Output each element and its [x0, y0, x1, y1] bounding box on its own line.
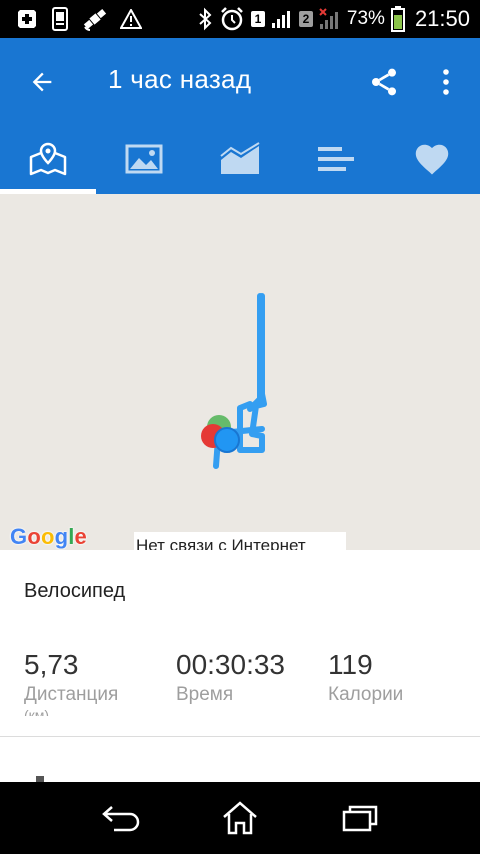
image-icon [125, 144, 163, 174]
nav-recents-icon [342, 805, 378, 832]
offline-notice: Нет связи с Интернет [134, 532, 346, 550]
nav-home-button[interactable] [216, 796, 264, 840]
signal-icon [271, 9, 293, 29]
more-options-button[interactable] [428, 62, 464, 102]
phone-screen-icon [50, 7, 70, 31]
nav-home-icon [223, 801, 257, 835]
divider [0, 736, 480, 737]
tab-photos[interactable] [96, 124, 192, 194]
current-position-marker [214, 427, 240, 453]
activity-type: Велосипед [24, 580, 126, 602]
distance-unit: (км) [24, 708, 50, 716]
map-icon [29, 142, 67, 176]
warning-icon [120, 9, 142, 29]
heart-icon [415, 144, 449, 175]
sim1-badge: 1 [250, 11, 265, 27]
time-label: Время [176, 684, 234, 705]
bluetooth-icon [197, 7, 213, 31]
stat-time: 00:30:33 Время [176, 648, 285, 708]
google-logo: Google [10, 524, 87, 549]
plus-square-icon [16, 8, 38, 30]
area-chart-icon [220, 142, 260, 174]
route-map[interactable]: Google Нет связи с Интернет [0, 194, 480, 550]
time-value: 00:30:33 [176, 649, 285, 680]
nav-back-button[interactable] [96, 796, 144, 840]
tab-splits[interactable] [288, 124, 384, 194]
list-bars-icon [318, 147, 354, 171]
arrow-back-icon [32, 72, 52, 92]
calories-value: 119 [328, 649, 373, 680]
back-button[interactable] [22, 62, 62, 102]
no-signal-icon [319, 8, 341, 30]
distance-value: 5,73 [24, 649, 79, 680]
nav-recents-button[interactable] [336, 796, 384, 840]
activity-details: Велосипед 5,73 Дистанция (км) 00:30:33 В… [0, 550, 480, 782]
status-bar: 1 2 73% 21:50 [0, 0, 480, 38]
app-bar: 1 час назад [0, 38, 480, 124]
alarm-clock-icon [219, 6, 245, 32]
page-title: 1 час назад [108, 64, 252, 94]
distance-label: Дистанция [24, 684, 119, 705]
stat-distance: 5,73 Дистанция (км) [24, 648, 118, 716]
battery-percent: 73% [346, 8, 385, 29]
tab-charts[interactable] [192, 124, 288, 194]
satellite-icon [82, 6, 108, 32]
more-vert-icon [443, 69, 449, 95]
stat-calories: 119 Калории [328, 648, 403, 708]
sim2-badge: 2 [298, 11, 313, 27]
calories-label: Калории [328, 684, 404, 705]
share-button[interactable] [364, 62, 404, 102]
share-icon [372, 68, 396, 96]
tab-map[interactable] [0, 124, 96, 194]
route-track [201, 293, 267, 469]
tab-likes[interactable] [384, 124, 480, 194]
system-nav-bar [0, 782, 480, 854]
nav-back-icon [102, 806, 140, 832]
tab-bar [0, 124, 480, 194]
battery-charging-icon [390, 6, 405, 32]
clock-time: 21:50 [414, 6, 470, 31]
